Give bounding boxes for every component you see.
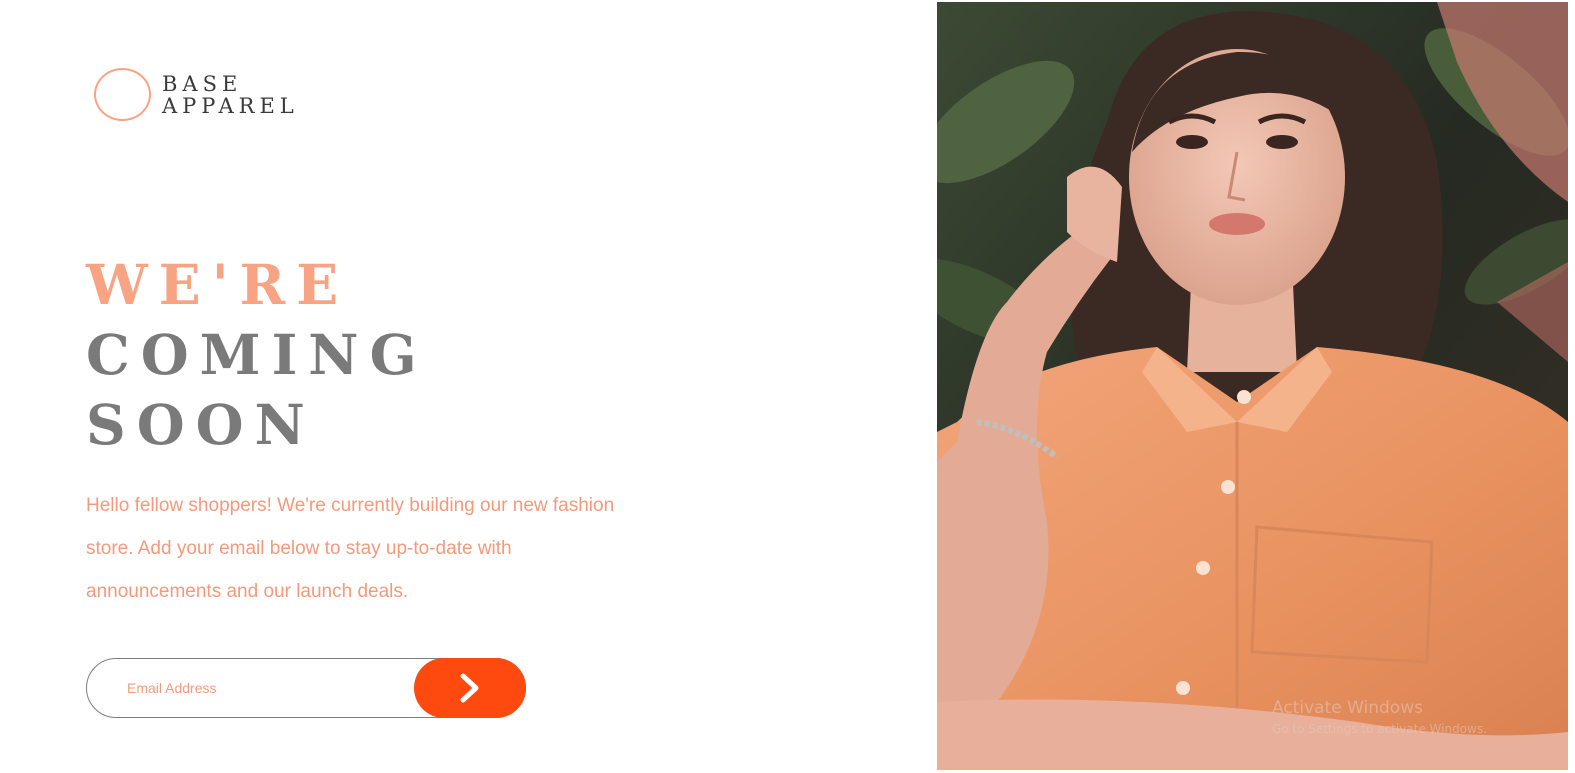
email-field[interactable] [87,659,417,717]
intro-text: Hello fellow shoppers! We're currently b… [86,495,615,602]
brand-name: BASE APPAREL [162,73,299,117]
coming-soon-page: BASE APPAREL WE'RE COMING SOON Hello fel… [0,0,1575,773]
brand-name-line1: BASE [162,71,243,96]
brand-logo[interactable]: BASE APPAREL [94,68,299,121]
activation-watermark: Activate Windows Go to Settings to activ… [1272,697,1487,737]
brand-name-line2: APPAREL [162,93,299,118]
submit-button[interactable] [414,658,526,718]
hero-image [937,2,1568,770]
page-headline: WE'RE COMING SOON [86,250,428,460]
headline-accent: WE'RE [86,252,350,317]
logo-circle-icon [94,68,151,121]
headline-line2: COMING [86,322,428,387]
email-signup-form [86,658,526,718]
watermark-subtitle: Go to Settings to activate Windows. [1272,722,1487,736]
headline-line3: SOON [86,392,316,457]
watermark-title: Activate Windows [1272,698,1423,718]
model-photo [937,2,1568,770]
chevron-right-icon [460,673,479,703]
